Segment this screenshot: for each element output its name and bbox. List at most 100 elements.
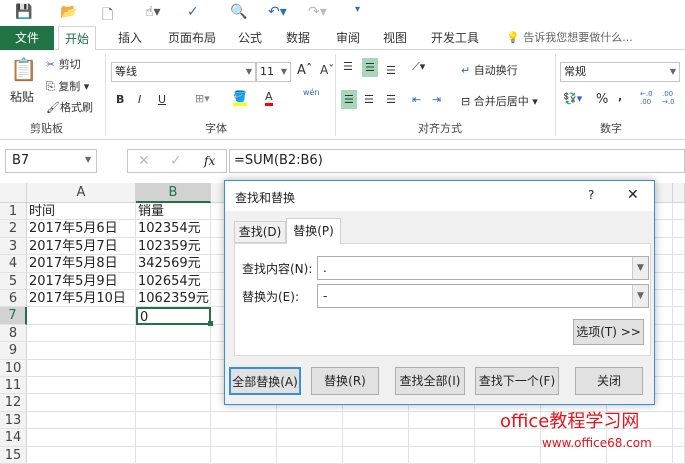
row-header[interactable]: 6: [0, 290, 27, 308]
tab-formulas[interactable]: 公式: [232, 26, 268, 50]
cell-b15[interactable]: [136, 446, 211, 464]
cell[interactable]: [673, 359, 685, 377]
increase-decimal-button[interactable]: ←.0 .00: [640, 90, 656, 106]
row-header[interactable]: 4: [0, 255, 27, 273]
cell[interactable]: [673, 324, 685, 343]
increase-indent-icon[interactable]: ⇥: [432, 93, 441, 106]
number-format-select[interactable]: 常规 ▼: [560, 62, 680, 82]
select-all-corner[interactable]: [0, 183, 27, 203]
align-right-icon[interactable]: ☰: [386, 93, 396, 106]
cell-a4[interactable]: 2017年5月8日: [27, 255, 136, 273]
new-icon[interactable]: 🗋: [102, 4, 113, 28]
cut-button[interactable]: ✂ 剪切: [46, 56, 81, 72]
cell-a10[interactable]: [27, 359, 136, 377]
cell[interactable]: [673, 429, 685, 447]
enter-icon[interactable]: ✓: [170, 153, 182, 169]
cell[interactable]: [211, 429, 277, 447]
copy-button[interactable]: ⎘ 复制 ▾: [46, 78, 89, 94]
cell[interactable]: [343, 411, 409, 430]
decrease-decimal-button[interactable]: .00 →.0: [662, 90, 678, 106]
replace-input[interactable]: - ▼: [317, 284, 649, 308]
name-box[interactable]: B7: [5, 149, 97, 173]
insert-function-button[interactable]: fx: [204, 154, 215, 168]
chevron-down-icon[interactable]: ▼: [632, 285, 648, 307]
accounting-icon[interactable]: 💱▾: [563, 92, 582, 105]
align-top-icon[interactable]: ☰: [343, 60, 353, 73]
tab-replace[interactable]: 替换(P): [286, 218, 341, 244]
formula-input[interactable]: =SUM(B2:B6): [229, 149, 685, 173]
orientation-icon[interactable]: ⟋▾: [412, 60, 425, 74]
fill-color-icon[interactable]: 🪣: [233, 90, 247, 106]
cell[interactable]: [673, 237, 685, 256]
tell-me-search[interactable]: 💡 告诉我您想要做什么...: [500, 26, 639, 50]
cell[interactable]: [673, 290, 685, 308]
cell-b10[interactable]: [136, 359, 211, 377]
cell-a9[interactable]: [27, 342, 136, 360]
print-preview-icon[interactable]: 🔍: [230, 4, 247, 20]
align-center-icon[interactable]: ☰: [364, 93, 374, 106]
cell[interactable]: [277, 446, 343, 464]
cell-b13[interactable]: [136, 411, 211, 430]
row-header[interactable]: 8: [0, 324, 27, 343]
align-bottom-icon[interactable]: ☰: [386, 64, 396, 77]
merge-center-button[interactable]: ⊟ 合并后居中 ▾: [461, 93, 538, 109]
wrap-text-button[interactable]: ↵ 自动换行: [461, 62, 518, 78]
spelling-icon[interactable]: ✓: [187, 4, 199, 20]
cell[interactable]: [673, 394, 685, 412]
row-header[interactable]: 1: [0, 203, 27, 221]
help-button[interactable]: ?: [588, 188, 594, 202]
tab-developer[interactable]: 开发工具: [425, 26, 485, 50]
paste-icon[interactable]: 📋: [10, 58, 37, 83]
cell[interactable]: [673, 377, 685, 395]
cell-b3[interactable]: 102359元: [136, 237, 211, 256]
percent-button[interactable]: %: [596, 92, 608, 107]
underline-button[interactable]: U: [158, 93, 166, 106]
column-header-a[interactable]: A: [27, 183, 136, 203]
replace-all-button[interactable]: 全部替换(A): [229, 367, 301, 395]
cell[interactable]: [673, 411, 685, 430]
align-middle-icon[interactable]: ☰: [362, 58, 378, 77]
find-all-button[interactable]: 查找全部(I): [395, 367, 465, 395]
row-header[interactable]: 7: [0, 307, 27, 325]
pinyin-icon[interactable]: wén: [303, 88, 320, 97]
cell[interactable]: [673, 272, 685, 290]
row-header[interactable]: 13: [0, 411, 27, 430]
selected-cell-b7[interactable]: 0: [136, 307, 211, 325]
decrease-indent-icon[interactable]: ⇤: [412, 93, 421, 106]
cell[interactable]: [673, 255, 685, 273]
tab-insert[interactable]: 插入: [112, 26, 148, 50]
cell-a12[interactable]: [27, 394, 136, 412]
cell-b9[interactable]: [136, 342, 211, 360]
close-button[interactable]: 关闭: [575, 367, 643, 395]
find-next-button[interactable]: 查找下一个(F): [475, 367, 559, 395]
chevron-down-icon[interactable]: ▼: [85, 155, 91, 164]
fill-handle[interactable]: [208, 320, 213, 326]
column-header-b[interactable]: B: [136, 183, 211, 203]
cell-a5[interactable]: 2017年5月9日: [27, 272, 136, 290]
row-header[interactable]: 12: [0, 394, 27, 412]
cell[interactable]: [409, 429, 475, 447]
row-header[interactable]: 15: [0, 446, 27, 464]
cell[interactable]: [409, 446, 475, 464]
cell-a13[interactable]: [27, 411, 136, 430]
customize-icon[interactable]: ▾: [355, 4, 360, 15]
tab-file[interactable]: 文件: [0, 26, 54, 50]
font-color-icon[interactable]: A: [265, 90, 273, 106]
cell[interactable]: [673, 446, 685, 464]
cancel-icon[interactable]: ✕: [138, 153, 150, 169]
font-name-select[interactable]: 等线 ▼: [111, 62, 256, 82]
cell-b12[interactable]: [136, 394, 211, 412]
cell-a6[interactable]: 2017年5月10日: [27, 290, 136, 308]
cell[interactable]: [409, 411, 475, 430]
cell[interactable]: [343, 446, 409, 464]
italic-button[interactable]: I: [138, 93, 141, 106]
cell[interactable]: [277, 411, 343, 430]
format-painter-button[interactable]: 🖌格式刷: [46, 99, 93, 115]
cell-a3[interactable]: 2017年5月7日: [27, 237, 136, 256]
touch-mode-icon[interactable]: ☝▾: [145, 4, 161, 20]
row-header[interactable]: 11: [0, 377, 27, 395]
cell-a2[interactable]: 2017年5月6日: [27, 220, 136, 238]
row-header[interactable]: 2: [0, 220, 27, 238]
cell-b8[interactable]: [136, 324, 211, 343]
bold-button[interactable]: B: [116, 93, 124, 106]
